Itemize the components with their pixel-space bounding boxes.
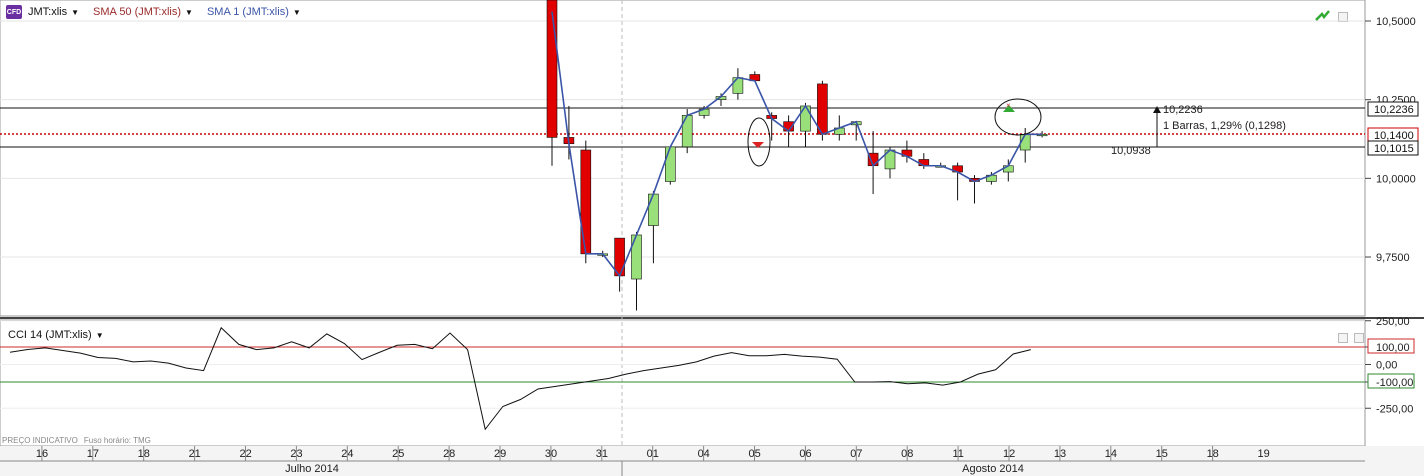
y-tick-label: 10,0000 (1376, 173, 1416, 185)
current-price-value: 10,1400 (1374, 130, 1414, 142)
trend-icon[interactable] (1315, 10, 1330, 21)
y-tick-label: 0,00 (1376, 360, 1397, 372)
cci-line[interactable] (9, 326, 1031, 431)
sma1-line[interactable] (551, 11, 1043, 278)
candle-body[interactable] (580, 149, 592, 255)
y-tick-label: -100,00 (1376, 377, 1413, 389)
x-axis: 16 17 18 21 22 23 24 25 28 29 30 31 01 04 05 06 07 08 11 12… (0, 446, 1424, 476)
y-tick-label: 9,7500 (1376, 252, 1410, 264)
chart-canvas[interactable]: 16 17 18 21 22 23 24 25 28 29 30 31 01 04 05 06 07 08 11 12… (0, 0, 1424, 476)
measure-top-label: 10,2236 (1163, 104, 1203, 116)
y-tick-label: 100,00 (1376, 342, 1410, 354)
y-axis: 10,500010,250010,00009,7500250,00100,000… (1365, 16, 1416, 415)
candle-body[interactable] (800, 105, 811, 132)
price-panel-frame (0, 0, 1366, 317)
candle-body[interactable] (648, 193, 659, 226)
candle-body[interactable] (918, 159, 930, 167)
cross-icon: × (1006, 101, 1011, 110)
ellipse-annotation[interactable] (994, 98, 1042, 136)
measure-bottom-label: 10,0938 (1111, 145, 1151, 157)
y-tick-label: 250,00 (1376, 316, 1410, 328)
y-tick-label: -250,00 (1376, 403, 1413, 415)
candle-body[interactable] (1002, 165, 1014, 173)
candle-body[interactable] (817, 83, 828, 135)
candle-body[interactable] (732, 77, 744, 94)
candle-body[interactable] (681, 115, 693, 148)
cci-panel-frame (0, 319, 1366, 447)
level-high-value: 10,2236 (1374, 104, 1414, 116)
y-tick-label: 10,5000 (1376, 16, 1416, 28)
candle-body[interactable] (664, 146, 676, 182)
level-low-value: 10,1015 (1374, 143, 1414, 155)
x-tick-label: 19 (1257, 448, 1269, 460)
measure-arrow-icon (1153, 106, 1161, 113)
measure-text-label: 1 Barras, 1,29% (0,1298) (1163, 120, 1286, 132)
candle-body[interactable] (546, 0, 558, 138)
month-label: Agosto 2014 (962, 463, 1024, 475)
month-label: Julho 2014 (285, 463, 339, 475)
